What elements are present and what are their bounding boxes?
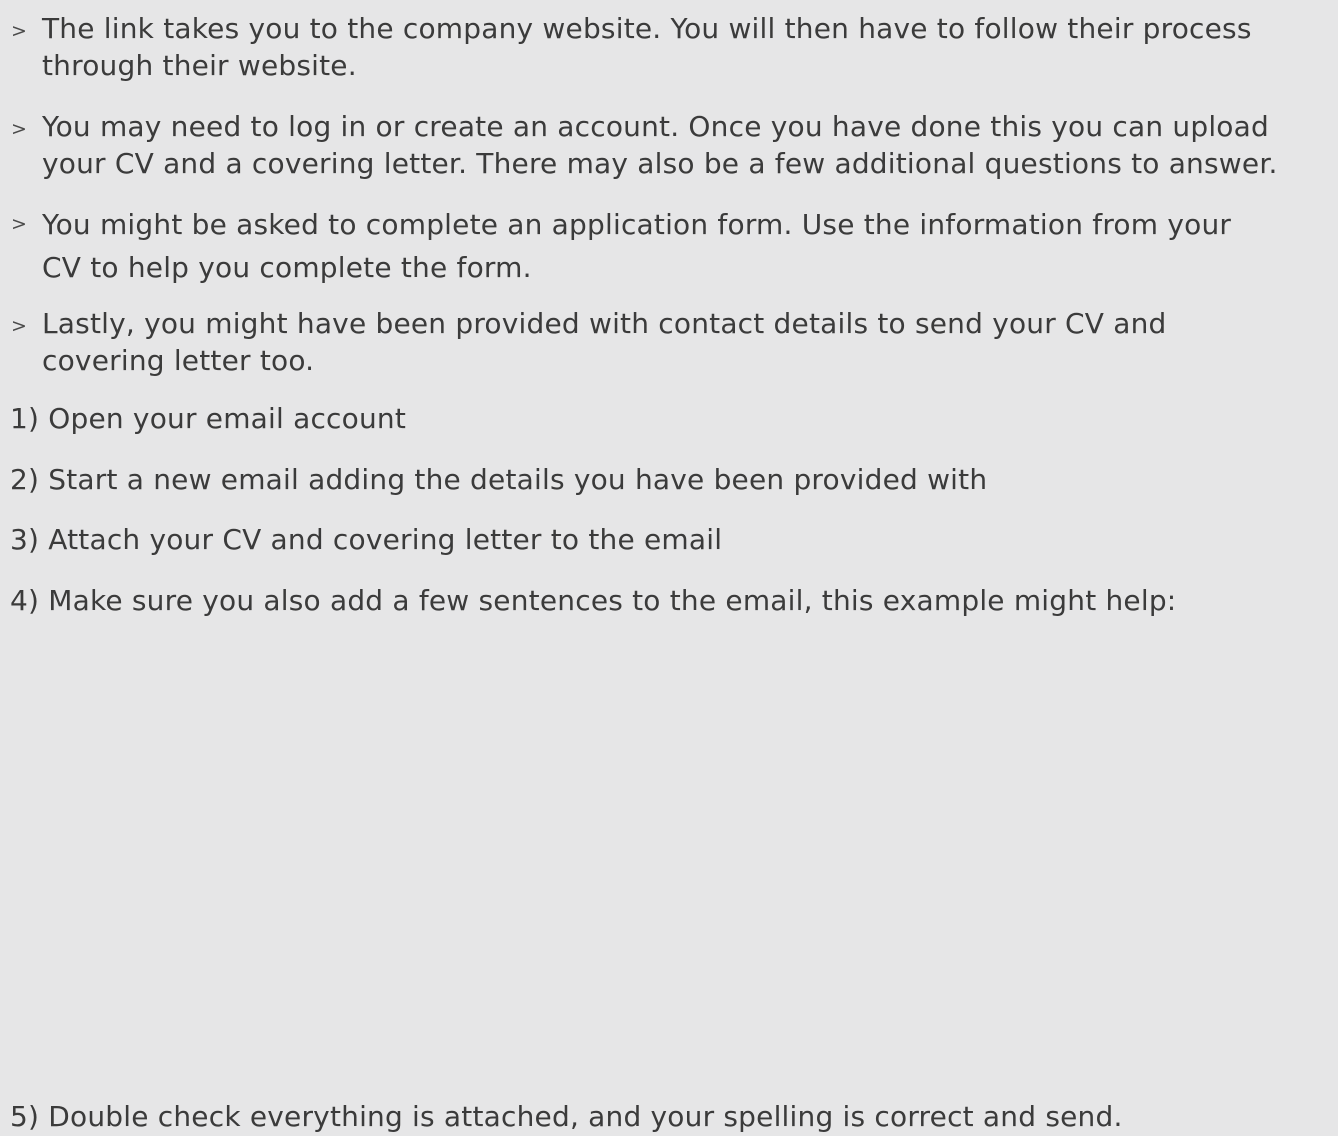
bullet-text: You might be asked to complete an applic… — [42, 208, 1232, 284]
bullet-text: Lastly, you might have been provided wit… — [42, 307, 1167, 377]
step-item-2: 2) Start a new email adding the details … — [10, 463, 988, 496]
chevron-right-icon: > — [11, 118, 27, 140]
step-item-1: 1) Open your email account — [10, 402, 407, 435]
step-item-5: 5) Double check everything is attached, … — [10, 1100, 1123, 1133]
bullet-text: The link takes you to the company websit… — [42, 12, 1252, 82]
chevron-right-icon: > — [11, 213, 27, 235]
step-item-4: 4) Make sure you also add a few sentence… — [10, 584, 1177, 617]
chevron-right-icon: > — [11, 20, 27, 42]
chevron-right-icon: > — [11, 315, 27, 337]
example-email-area — [0, 650, 1338, 1070]
bullet-text: You may need to log in or create an acco… — [42, 110, 1278, 180]
step-item-3: 3) Attach your CV and covering letter to… — [10, 523, 723, 556]
